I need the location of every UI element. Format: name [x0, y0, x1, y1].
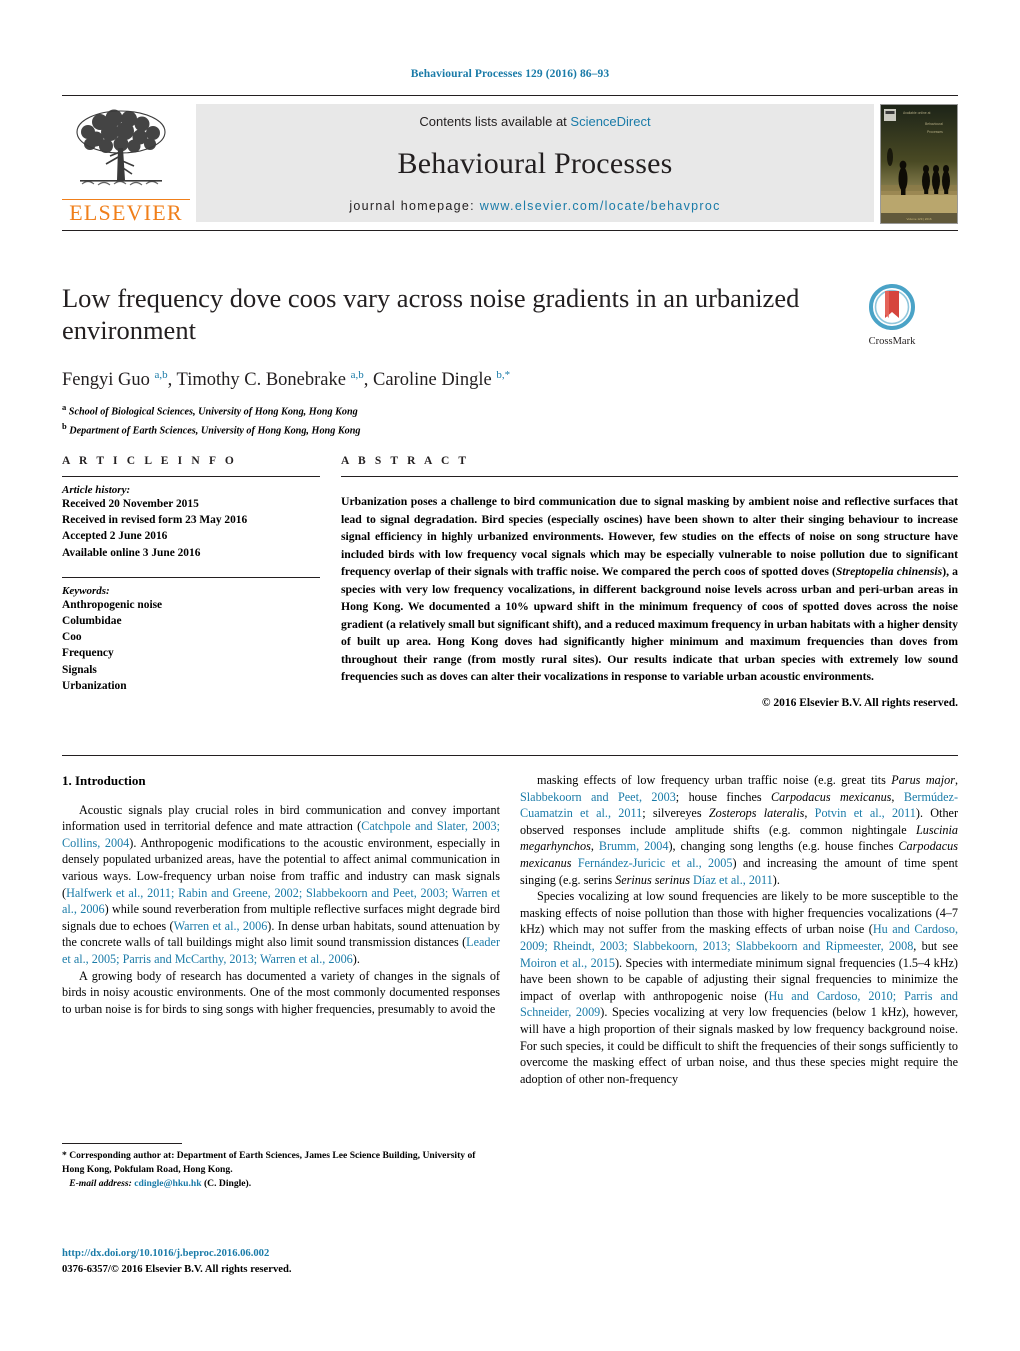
keywords-label: Keywords:	[62, 584, 110, 597]
masthead-bottom-rule	[62, 230, 958, 231]
masthead-center-panel: Contents lists available at ScienceDirec…	[196, 104, 874, 222]
footnote-rule	[62, 1143, 182, 1144]
svg-text:Volume 129 | 2016: Volume 129 | 2016	[907, 217, 932, 221]
doi-block: http://dx.doi.org/10.1016/j.beproc.2016.…	[62, 1246, 500, 1278]
svg-text:Processes: Processes	[927, 130, 943, 134]
sciencedirect-link[interactable]: ScienceDirect	[570, 114, 650, 129]
crossmark-logo-icon	[869, 284, 915, 330]
abstract-block: A B S T R A C T Urbanization poses a cha…	[341, 455, 958, 709]
list-item: Signals	[62, 663, 97, 676]
affiliation-b-text: Department of Earth Sciences, University…	[69, 425, 361, 437]
list-item: Accepted 2 June 2016	[62, 530, 168, 543]
abstract-copyright: © 2016 Elsevier B.V. All rights reserved…	[761, 697, 958, 710]
info-divider-top	[62, 476, 320, 477]
article-info-block: A R T I C L E I N F O Article history: R…	[62, 455, 320, 694]
affiliation-a: a School of Biological Sciences, Univers…	[62, 401, 358, 418]
journal-title: Behavioural Processes	[397, 147, 673, 180]
doi-link[interactable]: http://dx.doi.org/10.1016/j.beproc.2016.…	[62, 1246, 500, 1262]
article-title: Low frequency dove coos vary across nois…	[62, 283, 800, 346]
abstract-bottom-rule	[62, 755, 958, 756]
masthead-top-rule	[62, 95, 958, 96]
elsevier-logo: ELSEVIER	[62, 104, 190, 224]
section-heading-introduction: 1. Introduction	[62, 773, 146, 788]
article-info-heading: A R T I C L E I N F O	[62, 455, 237, 467]
body-paragraph: masking effects of low frequency urban t…	[520, 773, 959, 887]
abstract-divider	[341, 476, 958, 477]
affiliation-list: a School of Biological Sciences, Univers…	[62, 401, 958, 439]
running-head: Behavioural Processes 129 (2016) 86–93	[410, 68, 610, 80]
body-paragraph: Acoustic signals play crucial roles in b…	[62, 802, 501, 967]
cover-artwork-icon: Available online at Behavioural Processe…	[881, 105, 957, 223]
abstract-heading: A B S T R A C T	[341, 455, 470, 467]
article-history-list: Received 20 November 2015 Received in rev…	[62, 496, 320, 561]
right-column-paragraphs: masking effects of low frequency urban t…	[520, 772, 958, 1087]
email-label: E-mail address:	[69, 1177, 132, 1189]
homepage-label: journal homepage:	[349, 199, 475, 213]
keywords-block: Keywords: Anthropogenic noise Columbidae C…	[62, 576, 320, 694]
body-column-right: masking effects of low frequency urban t…	[520, 772, 958, 1087]
list-item: Received in revised form 23 May 2016	[62, 514, 248, 527]
email-link[interactable]: cdingle@hku.hk	[134, 1178, 201, 1189]
title-block: Low frequency dove coos vary across nois…	[62, 282, 958, 439]
abstract-text: Urbanization poses a challenge to bird c…	[341, 495, 958, 684]
crossmark-badge[interactable]: CrossMark	[840, 284, 944, 347]
issn-copyright-line: 0376-6357/© 2016 Elsevier B.V. All right…	[62, 1263, 292, 1275]
article-first-page: Behavioural Processes 129 (2016) 86–93 E…	[0, 0, 1020, 1351]
affiliation-b: b Department of Earth Sciences, Universi…	[62, 420, 361, 437]
corresponding-author-text: * Corresponding author at: Department of…	[62, 1150, 476, 1175]
journal-cover-thumbnail: Available online at Behavioural Processe…	[880, 104, 958, 224]
body-paragraph: Species vocalizing at low sound frequenc…	[520, 889, 959, 1086]
journal-homepage-line: journal homepage: www.elsevier.com/locat…	[349, 199, 720, 213]
list-item: Urbanization	[62, 679, 127, 692]
keywords-list: Anthropogenic noise Columbidae Coo Frequenc…	[62, 597, 320, 694]
crossmark-label: CrossMark	[868, 336, 916, 347]
svg-text:Available online at: Available online at	[903, 111, 931, 115]
contents-available-line: Contents lists available at ScienceDirec…	[419, 114, 650, 129]
article-history-label: Article history:	[62, 484, 131, 496]
list-item: Received 20 November 2015	[62, 498, 199, 510]
list-item: Columbidae	[62, 614, 122, 627]
list-item: Available online 3 June 2016	[62, 546, 201, 559]
email-line: E-mail address: cdingle@hku.hk (C. Dingl…	[62, 1177, 500, 1191]
elsevier-tree-icon	[76, 109, 166, 186]
left-column-paragraphs: Acoustic signals play crucial roles in b…	[62, 802, 500, 1018]
elsevier-wordmark: ELSEVIER	[62, 199, 190, 224]
corresponding-author-footnote: * Corresponding author at: Department of…	[62, 1143, 500, 1191]
list-item: Anthropogenic noise	[62, 598, 163, 611]
email-suffix: (C. Dingle).	[203, 1177, 252, 1189]
list-item: Coo	[62, 631, 82, 644]
homepage-url-link[interactable]: www.elsevier.com/locate/behavproc	[480, 199, 721, 213]
info-divider-bottom	[62, 576, 320, 578]
contents-prefix: Contents lists available at	[419, 114, 571, 129]
author-list: Fengyi Guo a,b, Timothy C. Bonebrake a,b…	[62, 368, 511, 390]
svg-text:Behavioural: Behavioural	[925, 122, 943, 126]
body-paragraph: A growing body of research has documente…	[62, 968, 500, 1016]
list-item: Frequency	[62, 647, 114, 660]
body-column-left: 1. Introduction Acoustic signals play cr…	[62, 772, 500, 1017]
affiliation-a-text: School of Biological Sciences, Universit…	[68, 406, 358, 418]
journal-masthead: ELSEVIER Contents lists available at Sci…	[62, 95, 958, 231]
